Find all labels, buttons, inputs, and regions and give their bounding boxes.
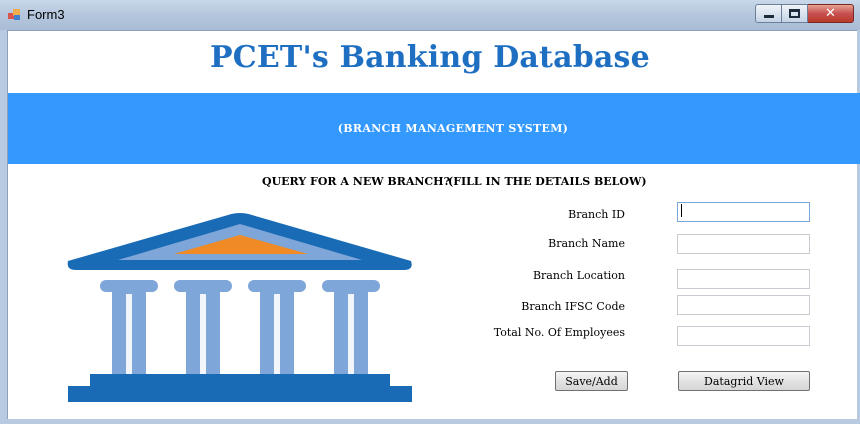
branch-name-input[interactable]: [677, 234, 810, 254]
page-title: PCET's Banking Database: [210, 40, 650, 75]
branch-id-input[interactable]: [677, 202, 810, 222]
window-frame-bottom: [0, 419, 860, 424]
minimize-icon: [763, 15, 774, 18]
window-title: Form3: [27, 7, 65, 22]
page-subtitle: (BRANCH MANAGEMENT SYSTEM): [337, 122, 569, 135]
branch-location-input[interactable]: [677, 269, 810, 289]
save-add-button[interactable]: Save/Add: [555, 371, 628, 391]
window-frame-left: [0, 30, 7, 424]
text-caret: [681, 204, 682, 217]
close-button[interactable]: ✕: [808, 4, 854, 23]
branch-location-label: Branch Location: [532, 269, 625, 282]
maximize-button[interactable]: [782, 4, 808, 23]
title-bar[interactable]: Form3 ✕: [0, 0, 860, 30]
bank-building-icon: [67, 213, 412, 402]
window-controls: ✕: [755, 4, 854, 24]
columns: [100, 280, 380, 376]
step-bottom: [68, 386, 412, 402]
close-icon: ✕: [825, 6, 836, 21]
column-cap-2: [174, 280, 232, 292]
query-hint: (FILL IN THE DETAILS BELOW): [448, 175, 647, 188]
form-icon[interactable]: [8, 9, 22, 21]
branch-id-label: Branch ID: [568, 208, 625, 221]
branch-ifsc-input[interactable]: [677, 295, 810, 315]
column-cap-1: [100, 280, 158, 292]
minimize-button[interactable]: [755, 4, 782, 23]
datagrid-view-button[interactable]: Datagrid View: [678, 371, 810, 391]
maximize-icon: [789, 9, 800, 18]
branch-name-label: Branch Name: [548, 237, 625, 250]
column-cap-3: [248, 280, 306, 292]
employees-input[interactable]: [677, 326, 810, 346]
step-top: [90, 374, 390, 388]
column-cap-4: [322, 280, 380, 292]
branch-ifsc-label: Branch IFSC Code: [521, 300, 625, 313]
employees-label: Total No. Of Employees: [493, 326, 625, 339]
header-banner: (BRANCH MANAGEMENT SYSTEM): [8, 93, 860, 164]
query-title: QUERY FOR A NEW BRANCH?: [262, 175, 451, 188]
